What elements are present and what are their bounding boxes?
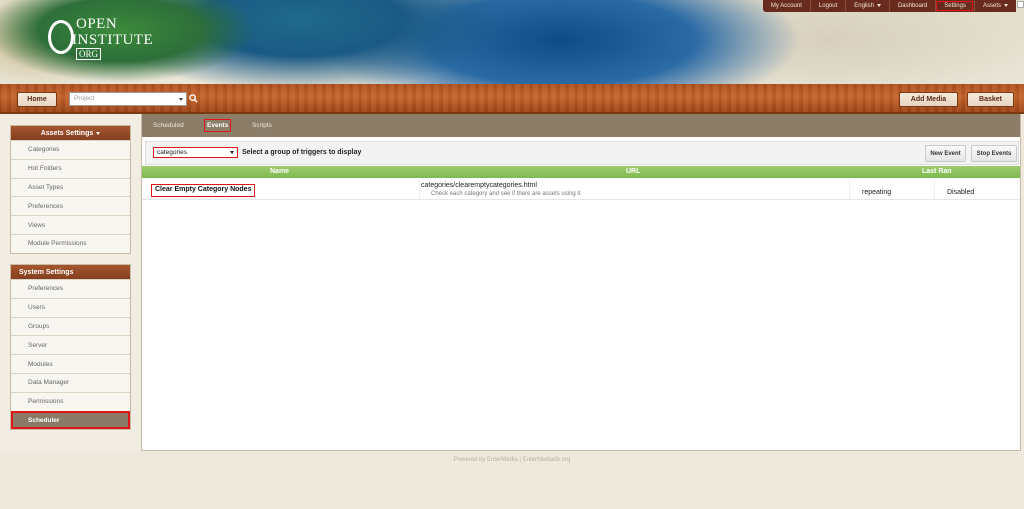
column-header-url: URL <box>626 168 641 175</box>
table-row[interactable]: Clear Empty Category Nodes categories/cl… <box>142 179 1020 200</box>
events-toolbar: categories Select a group of triggers to… <box>145 141 1019 165</box>
site-logo[interactable]: OPEN INSTITUTE ORG <box>46 14 176 60</box>
settings-link[interactable]: Settings <box>935 0 974 12</box>
sidebar-item-module-permissions[interactable]: Module Permissions <box>11 233 130 253</box>
tab-scripts[interactable]: Scripts <box>252 122 272 129</box>
logo-text-line1: OPEN <box>76 16 118 32</box>
basket-button[interactable]: Basket <box>967 92 1014 107</box>
trigger-group-label: Select a group of triggers to display <box>242 149 362 156</box>
settings-sidebar: Assets Settings Categories Hot Folders A… <box>0 114 141 451</box>
sidebar-item-scheduler[interactable]: Scheduler <box>11 410 130 430</box>
sidebar-item-server[interactable]: Server <box>11 335 130 355</box>
logo-text-line3: ORG <box>76 48 102 60</box>
dashboard-link[interactable]: Dashboard <box>888 0 935 12</box>
account-menu: My Account Logout English Dashboard Sett… <box>762 0 1016 12</box>
tab-bar: Scheduled Events Scripts <box>142 114 1020 137</box>
language-menu[interactable]: English <box>845 0 889 12</box>
event-name[interactable]: Clear Empty Category Nodes <box>151 184 256 197</box>
column-divider <box>849 179 850 200</box>
my-account-link[interactable]: My Account <box>763 0 810 12</box>
stop-events-button[interactable]: Stop Events <box>971 145 1017 162</box>
assets-menu[interactable]: Assets <box>973 0 1016 12</box>
trigger-group-select[interactable]: categories <box>153 147 238 158</box>
main-content: Scheduled Events Scripts categories Sele… <box>141 114 1021 451</box>
event-url: categories/clearemptycategories.html <box>421 182 537 189</box>
popout-icon[interactable] <box>1017 1 1024 8</box>
project-select[interactable]: Project <box>69 92 187 106</box>
system-settings-panel: System Settings Preferences Users Groups… <box>10 264 131 431</box>
events-table-header: Name URL Last Ran <box>142 166 1020 178</box>
sidebar-item-hot-folders[interactable]: Hot Folders <box>11 158 130 178</box>
system-settings-header: System Settings <box>11 265 130 279</box>
chevron-down-icon <box>230 151 234 154</box>
trigger-group-value: categories <box>157 149 187 156</box>
assets-label: Assets <box>982 3 1001 9</box>
chevron-down-icon <box>876 3 881 7</box>
tab-events[interactable]: Events <box>203 119 232 132</box>
search-icon[interactable] <box>189 94 198 103</box>
sidebar-item-preferences[interactable]: Preferences <box>11 279 130 298</box>
event-frequency: repeating <box>862 189 892 196</box>
event-status: Disabled <box>947 189 975 196</box>
tab-scheduled[interactable]: Scheduled <box>153 122 184 129</box>
assets-settings-title: Assets Settings <box>40 129 94 137</box>
column-divider <box>934 179 935 200</box>
new-event-button[interactable]: New Event <box>925 145 966 162</box>
project-select-value: Project <box>74 95 95 102</box>
chevron-down-icon <box>1004 3 1008 7</box>
event-description: Check each category and see if there are… <box>431 191 581 197</box>
sidebar-item-groups[interactable]: Groups <box>11 316 130 336</box>
sidebar-item-users[interactable]: Users <box>11 297 130 317</box>
chevron-down-icon <box>179 98 183 101</box>
sidebar-item-modules[interactable]: Modules <box>11 354 130 373</box>
assets-settings-panel: Assets Settings Categories Hot Folders A… <box>10 125 131 254</box>
language-label: English <box>854 3 874 9</box>
sidebar-item-asset-preferences[interactable]: Preferences <box>11 196 130 216</box>
sidebar-item-asset-types[interactable]: Asset Types <box>11 177 130 197</box>
sidebar-item-data-manager[interactable]: Data Manager <box>11 372 130 392</box>
chevron-down-icon <box>96 131 101 135</box>
logo-mark <box>48 20 74 54</box>
sidebar-item-views[interactable]: Views <box>11 215 130 234</box>
logo-text-line2: INSTITUTE <box>72 32 154 48</box>
sidebar-item-permissions[interactable]: Permissions <box>11 391 130 411</box>
column-header-last-ran: Last Ran <box>922 168 952 175</box>
assets-settings-header[interactable]: Assets Settings <box>11 126 130 140</box>
logout-link[interactable]: Logout <box>809 0 845 12</box>
column-divider <box>419 179 420 200</box>
add-media-button[interactable]: Add Media <box>899 92 958 107</box>
sidebar-item-categories[interactable]: Categories <box>11 140 130 159</box>
column-header-name: Name <box>270 168 290 175</box>
page-footer: Powered by EnterMedia | EnterMediadb.org <box>453 457 571 463</box>
home-button[interactable]: Home <box>17 92 57 107</box>
